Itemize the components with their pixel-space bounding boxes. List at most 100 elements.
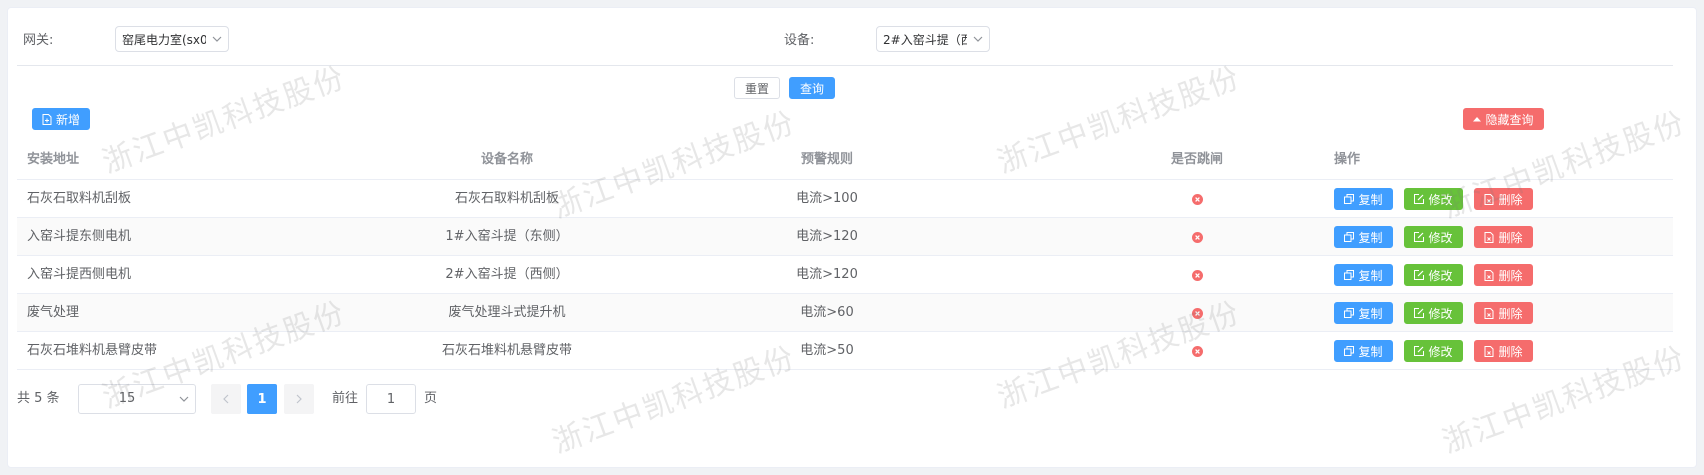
delete-doc-icon xyxy=(1484,345,1494,357)
cell-jump xyxy=(1097,294,1297,332)
edit-label: 修改 xyxy=(1428,268,1453,283)
hide-query-label: 隐藏查询 xyxy=(1485,112,1534,127)
chevron-down-icon xyxy=(206,27,228,51)
delete-button[interactable]: 删除 xyxy=(1474,226,1533,248)
edit-icon xyxy=(1414,194,1425,204)
cell-jump xyxy=(1097,180,1297,218)
table-row: 入窑斗提西侧电机 2#入窑斗提（西侧） 电流>120 复制 修改 删除 xyxy=(17,256,1673,294)
copy-label: 复制 xyxy=(1358,230,1383,245)
edit-button[interactable]: 修改 xyxy=(1404,226,1463,248)
copy-icon xyxy=(1344,194,1355,204)
device-select[interactable]: 2#入窑斗提（西( xyxy=(876,26,990,52)
caret-up-icon xyxy=(1473,117,1482,122)
chevron-left-icon xyxy=(223,394,229,404)
cell-rule: 电流>50 xyxy=(800,343,854,358)
table-row: 石灰石取料机刮板 石灰石取料机刮板 电流>100 复制 修改 删除 xyxy=(17,180,1673,218)
cell-address: 石灰石取料机刮板 xyxy=(27,191,132,206)
edit-button[interactable]: 修改 xyxy=(1404,302,1463,324)
delete-label: 删除 xyxy=(1498,230,1523,245)
page-size-select[interactable]: 15 xyxy=(78,384,196,414)
copy-label: 复制 xyxy=(1358,268,1383,283)
cell-device: 石灰石堆料机悬臂皮带 xyxy=(441,343,572,358)
gateway-select[interactable]: 窑尾电力室(sx00 xyxy=(115,26,229,52)
edit-label: 修改 xyxy=(1428,230,1453,245)
edit-button[interactable]: 修改 xyxy=(1404,264,1463,286)
copy-label: 复制 xyxy=(1358,306,1383,321)
edit-button[interactable]: 修改 xyxy=(1404,188,1463,210)
cell-address: 入窑斗提东侧电机 xyxy=(27,229,132,244)
cell-address: 入窑斗提西侧电机 xyxy=(27,267,132,282)
edit-label: 修改 xyxy=(1428,306,1453,321)
pagination-total: 共 5 条 xyxy=(17,391,60,406)
copy-icon xyxy=(1344,232,1355,242)
header-jump: 是否跳闸 xyxy=(1170,152,1223,167)
delete-label: 删除 xyxy=(1498,306,1523,321)
delete-label: 删除 xyxy=(1498,344,1523,359)
cell-device: 2#入窑斗提（西侧） xyxy=(445,267,569,282)
header-ops: 操作 xyxy=(1334,152,1361,167)
delete-button[interactable]: 删除 xyxy=(1474,302,1533,324)
delete-button[interactable]: 删除 xyxy=(1474,264,1533,286)
copy-button[interactable]: 复制 xyxy=(1334,302,1393,324)
copy-button[interactable]: 复制 xyxy=(1334,264,1393,286)
edit-label: 修改 xyxy=(1428,192,1453,207)
next-page-button[interactable] xyxy=(284,384,314,414)
edit-icon xyxy=(1414,308,1425,318)
copy-label: 复制 xyxy=(1358,192,1383,207)
add-button-label: 新增 xyxy=(55,112,80,127)
cell-device: 废气处理斗式提升机 xyxy=(448,305,566,320)
copy-button[interactable]: 复制 xyxy=(1334,226,1393,248)
query-button[interactable]: 查询 xyxy=(789,77,835,99)
gateway-label: 网关: xyxy=(23,33,54,48)
header-rule: 预警规则 xyxy=(800,152,853,167)
cell-device: 石灰石取料机刮板 xyxy=(454,191,559,206)
copy-icon xyxy=(1344,308,1355,318)
copy-icon xyxy=(1344,270,1355,280)
cell-address: 废气处理 xyxy=(27,305,80,320)
edit-icon xyxy=(1414,270,1425,280)
delete-button[interactable]: 删除 xyxy=(1474,188,1533,210)
cell-rule: 电流>120 xyxy=(796,229,858,244)
header-address: 安装地址 xyxy=(27,152,80,167)
filter-divider xyxy=(17,65,1673,66)
prev-page-button[interactable] xyxy=(211,384,241,414)
page-number-current[interactable]: 1 xyxy=(247,384,277,414)
edit-icon xyxy=(1414,346,1425,356)
cell-jump xyxy=(1097,218,1297,256)
cell-rule: 电流>60 xyxy=(800,305,854,320)
goto-suffix: 页 xyxy=(424,391,438,406)
cell-rule: 电流>100 xyxy=(796,191,858,206)
chevron-right-icon xyxy=(296,394,302,404)
header-device: 设备名称 xyxy=(480,152,533,167)
add-button[interactable]: 新增 xyxy=(32,108,90,130)
goto-page-input[interactable] xyxy=(366,384,416,414)
delete-doc-icon xyxy=(1484,269,1494,281)
hide-query-button[interactable]: 隐藏查询 xyxy=(1463,108,1544,130)
close-circle-icon xyxy=(1191,193,1203,205)
copy-button[interactable]: 复制 xyxy=(1334,188,1393,210)
delete-button[interactable]: 删除 xyxy=(1474,340,1533,362)
table-header: 安装地址 设备名称 预警规则 是否跳闸 操作 xyxy=(17,140,1673,180)
gateway-select-value: 窑尾电力室(sx00 xyxy=(122,32,206,47)
delete-label: 删除 xyxy=(1498,268,1523,283)
cell-address: 石灰石堆料机悬臂皮带 xyxy=(27,343,158,358)
page-size-value: 15 xyxy=(118,391,136,406)
close-circle-icon xyxy=(1191,307,1203,319)
table-row: 入窑斗提东侧电机 1#入窑斗提（东侧） 电流>120 复制 修改 删除 xyxy=(17,218,1673,256)
chevron-down-icon xyxy=(967,27,989,51)
copy-icon xyxy=(1344,346,1355,356)
copy-button[interactable]: 复制 xyxy=(1334,340,1393,362)
table-row: 废气处理 废气处理斗式提升机 电流>60 复制 修改 删除 xyxy=(17,294,1673,332)
delete-label: 删除 xyxy=(1498,192,1523,207)
close-circle-icon xyxy=(1191,345,1203,357)
document-add-icon xyxy=(42,113,52,125)
reset-button[interactable]: 重置 xyxy=(734,77,780,99)
edit-icon xyxy=(1414,232,1425,242)
cell-rule: 电流>120 xyxy=(796,267,858,282)
copy-label: 复制 xyxy=(1358,344,1383,359)
cell-jump xyxy=(1097,256,1297,294)
device-select-value: 2#入窑斗提（西( xyxy=(883,32,967,47)
edit-label: 修改 xyxy=(1428,344,1453,359)
edit-button[interactable]: 修改 xyxy=(1404,340,1463,362)
delete-doc-icon xyxy=(1484,307,1494,319)
